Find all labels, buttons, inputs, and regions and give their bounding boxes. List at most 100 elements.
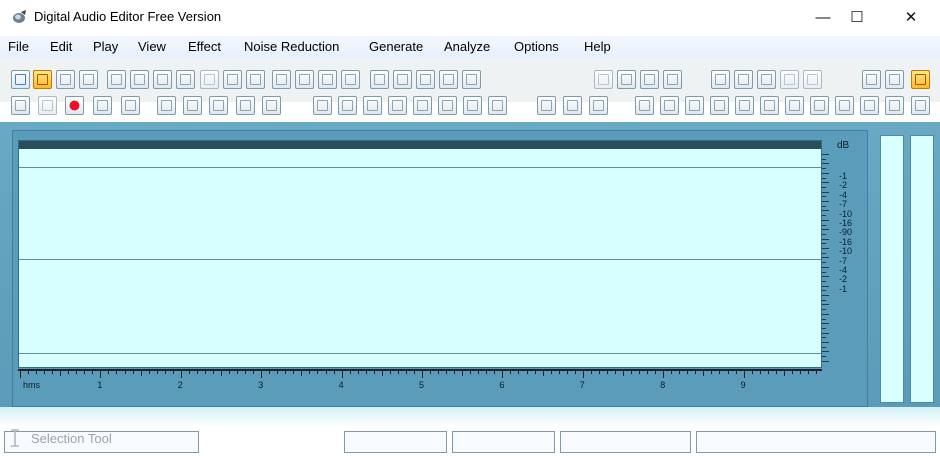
zoom-h-in-button[interactable] bbox=[363, 96, 382, 115]
flatten-button[interactable] bbox=[589, 96, 608, 115]
play-button[interactable] bbox=[11, 96, 30, 115]
reverb-button[interactable] bbox=[803, 70, 822, 89]
play-selection-button[interactable] bbox=[209, 96, 228, 115]
menu-play[interactable]: Play bbox=[93, 39, 118, 54]
menu-view[interactable]: View bbox=[138, 39, 166, 54]
time-ruler[interactable]: hms 1 2 3 4 5 6 7 8 9 bbox=[18, 368, 822, 402]
zoom-h-out-button[interactable] bbox=[388, 96, 407, 115]
zoom-fit-button[interactable] bbox=[862, 70, 881, 89]
waveform-area[interactable] bbox=[18, 140, 822, 368]
ruler-tick bbox=[582, 371, 584, 378]
pitch-up-button[interactable] bbox=[635, 96, 654, 115]
cd-button[interactable] bbox=[734, 70, 753, 89]
open-folder-icon bbox=[37, 74, 48, 85]
menu-analyze[interactable]: Analyze bbox=[444, 39, 490, 54]
volume-button[interactable] bbox=[710, 96, 729, 115]
crossfade-button[interactable] bbox=[416, 70, 435, 89]
normalize-button[interactable] bbox=[462, 70, 481, 89]
next-icon bbox=[240, 100, 251, 111]
selection-cursor-button[interactable] bbox=[272, 70, 291, 89]
menu-help[interactable]: Help bbox=[584, 39, 611, 54]
prev-button[interactable] bbox=[183, 96, 202, 115]
trim-end-button[interactable] bbox=[663, 70, 682, 89]
zoom-in-button[interactable] bbox=[313, 96, 332, 115]
menu-noise-reduction[interactable]: Noise Reduction bbox=[244, 39, 339, 54]
stop-button[interactable] bbox=[121, 96, 140, 115]
ruler-tick bbox=[221, 371, 222, 376]
copy-icon bbox=[180, 74, 191, 85]
trim-start-button[interactable] bbox=[640, 70, 659, 89]
compressor-button[interactable] bbox=[835, 96, 854, 115]
select-all-button[interactable] bbox=[295, 70, 314, 89]
db-tick bbox=[822, 196, 826, 198]
paste-button[interactable] bbox=[223, 70, 242, 89]
compressor-icon bbox=[839, 100, 850, 111]
fade-in-button[interactable] bbox=[370, 70, 389, 89]
equalizer-button[interactable] bbox=[617, 70, 636, 89]
db-tick bbox=[822, 229, 829, 231]
gate-button[interactable] bbox=[885, 96, 904, 115]
zoom-all-button[interactable] bbox=[463, 96, 482, 115]
loop-button[interactable] bbox=[38, 96, 57, 115]
menu-file[interactable]: File bbox=[8, 39, 29, 54]
silence-button[interactable] bbox=[439, 70, 458, 89]
echo-button[interactable] bbox=[780, 70, 799, 89]
menu-options[interactable]: Options bbox=[514, 39, 559, 54]
menu-edit[interactable]: Edit bbox=[50, 39, 72, 54]
convert-button[interactable] bbox=[537, 96, 556, 115]
marker-button[interactable] bbox=[711, 70, 730, 89]
ruler-tick bbox=[100, 371, 102, 378]
go-start-button[interactable] bbox=[157, 96, 176, 115]
zoom-v-out-button[interactable] bbox=[438, 96, 457, 115]
maximize-button[interactable]: ☐ bbox=[834, 0, 880, 34]
flanger-button[interactable] bbox=[785, 96, 804, 115]
zoom-v-in-button[interactable] bbox=[413, 96, 432, 115]
dropdown-button[interactable] bbox=[341, 70, 360, 89]
prev-icon bbox=[187, 100, 198, 111]
zoom-previous-button[interactable] bbox=[488, 96, 507, 115]
next-button[interactable] bbox=[236, 96, 255, 115]
close-button[interactable]: ✕ bbox=[888, 0, 934, 34]
go-end-button[interactable] bbox=[262, 96, 281, 115]
menu-generate[interactable]: Generate bbox=[369, 39, 423, 54]
limiter-button[interactable] bbox=[860, 96, 879, 115]
ruler-tick bbox=[52, 371, 54, 374]
paste-new-button[interactable] bbox=[246, 70, 265, 89]
settings-button[interactable] bbox=[911, 70, 930, 89]
reverse-button[interactable] bbox=[563, 96, 582, 115]
ruler-tick bbox=[365, 371, 367, 374]
pitch-down-button[interactable] bbox=[660, 96, 679, 115]
record-button[interactable] bbox=[65, 96, 84, 115]
wah-button[interactable] bbox=[735, 96, 754, 115]
distortion-button[interactable] bbox=[810, 96, 829, 115]
save-as-button[interactable] bbox=[79, 70, 98, 89]
ruler-tick bbox=[703, 371, 705, 376]
ruler-tick bbox=[566, 371, 568, 374]
zoom-out-button[interactable] bbox=[338, 96, 357, 115]
pause-button[interactable] bbox=[93, 96, 112, 115]
save-button[interactable] bbox=[56, 70, 75, 89]
chorus-button[interactable] bbox=[760, 96, 779, 115]
distortion-icon bbox=[814, 100, 825, 111]
print-button[interactable] bbox=[318, 70, 337, 89]
open-folder-button[interactable] bbox=[33, 70, 52, 89]
play-selection-icon bbox=[213, 100, 224, 111]
record-input-button[interactable] bbox=[757, 70, 776, 89]
zoom-sel-button[interactable] bbox=[885, 70, 904, 89]
copy-button[interactable] bbox=[176, 70, 195, 89]
convert-icon bbox=[541, 100, 552, 111]
tempo-button[interactable] bbox=[685, 96, 704, 115]
brightness-button[interactable] bbox=[594, 70, 613, 89]
cut-button[interactable] bbox=[200, 70, 219, 89]
zoom-previous-icon bbox=[492, 100, 503, 111]
stop-icon bbox=[125, 100, 136, 111]
menu-effect[interactable]: Effect bbox=[188, 39, 221, 54]
undo-button[interactable] bbox=[107, 70, 126, 89]
eq-preset-button[interactable] bbox=[911, 96, 930, 115]
new-file-button[interactable] bbox=[11, 70, 30, 89]
repeat-button[interactable] bbox=[153, 70, 172, 89]
ruler-tick bbox=[486, 371, 488, 374]
fade-out-button[interactable] bbox=[393, 70, 412, 89]
marker-icon bbox=[715, 74, 726, 85]
redo-button[interactable] bbox=[130, 70, 149, 89]
